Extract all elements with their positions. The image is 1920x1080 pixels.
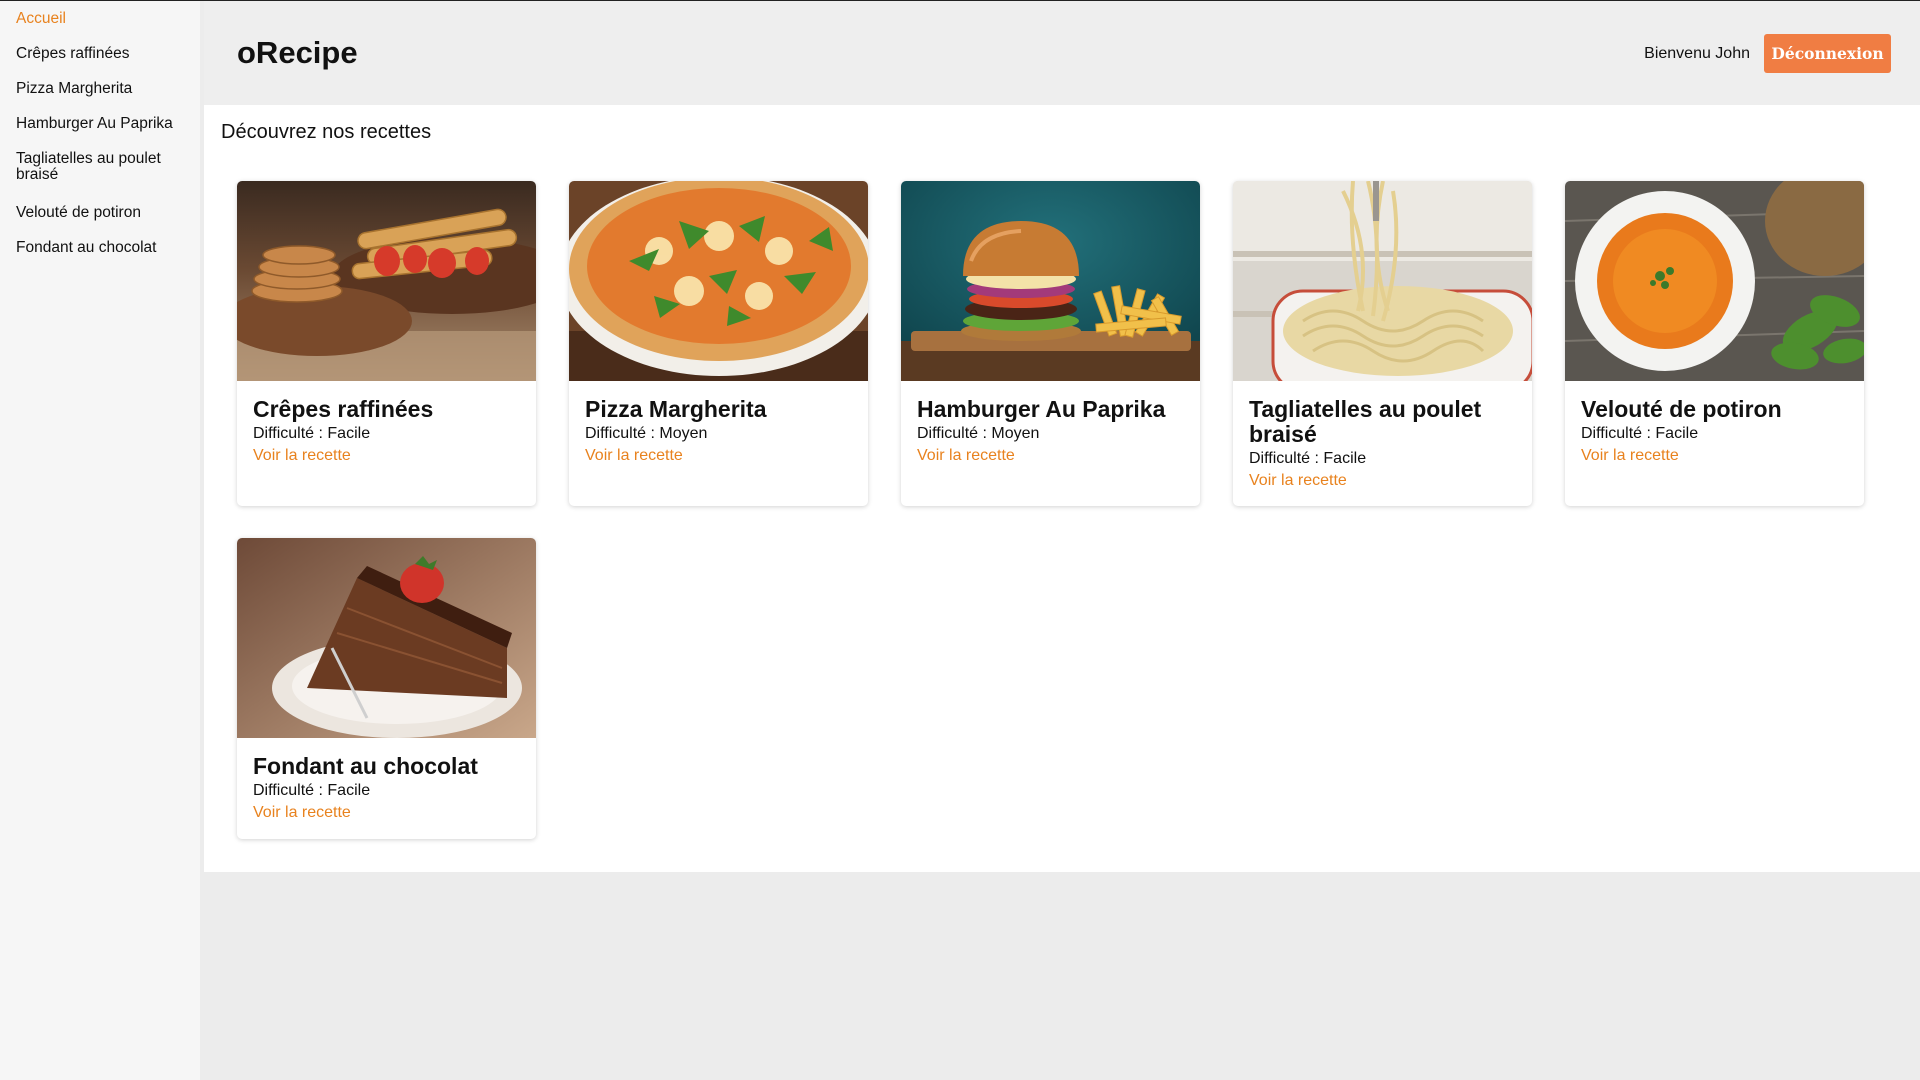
sidebar-menu: Accueil Crêpes raffinées Pizza Margherit… (0, 1, 200, 256)
app-page: Accueil Crêpes raffinées Pizza Margherit… (0, 0, 1920, 1080)
recipe-card[interactable]: Tagliatelles au poulet braisé Difficulté… (1233, 181, 1532, 506)
pizza-photo[interactable] (569, 181, 868, 381)
sidebar-item-fondant[interactable]: Fondant au chocolat (0, 240, 200, 256)
view-recipe-link[interactable]: Voir la recette (253, 804, 351, 822)
view-recipe-link[interactable]: Voir la recette (1581, 447, 1679, 465)
sidebar-item-crepes[interactable]: Crêpes raffinées (0, 46, 200, 62)
crepes-photo[interactable] (237, 181, 536, 381)
recipe-difficulty: Difficulté : Facile (253, 782, 371, 799)
view-recipe-link[interactable]: Voir la recette (253, 447, 351, 465)
header: oRecipe Bienvenu John Déconnexion (204, 1, 1920, 105)
recipe-difficulty: Difficulté : Moyen (585, 425, 708, 442)
recipe-difficulty: Difficulté : Facile (253, 425, 371, 442)
sidebar-item-veloute[interactable]: Velouté de potiron (0, 205, 200, 221)
recipe-title: Hamburger Au Paprika (917, 396, 1166, 422)
soup-photo[interactable] (1565, 181, 1864, 381)
main-content: Découvrez nos recettes Crêpes raffinées … (204, 105, 1920, 872)
view-recipe-link[interactable]: Voir la recette (585, 447, 683, 465)
recipe-title: Fondant au chocolat (253, 753, 478, 779)
recipe-title: Pizza Margherita (585, 396, 767, 422)
recipe-card[interactable]: Pizza Margherita Difficulté : Moyen Voir… (569, 181, 868, 506)
sidebar: Accueil Crêpes raffinées Pizza Margherit… (0, 1, 200, 1080)
sidebar-item-accueil[interactable]: Accueil (0, 11, 200, 27)
recipe-difficulty: Difficulté : Facile (1581, 425, 1699, 442)
logout-button[interactable]: Déconnexion (1764, 34, 1891, 73)
burger-photo[interactable] (901, 181, 1200, 381)
recipe-title: Crêpes raffinées (253, 396, 434, 422)
recipe-title: Velouté de potiron (1581, 396, 1782, 422)
welcome-text: Bienvenu John (1644, 45, 1750, 62)
recipe-difficulty: Difficulté : Moyen (917, 425, 1040, 442)
brand-logo[interactable]: oRecipe (237, 35, 358, 71)
sidebar-item-hamburger[interactable]: Hamburger Au Paprika (0, 116, 200, 132)
recipe-card[interactable]: Fondant au chocolat Difficulté : Facile … (237, 538, 536, 839)
sidebar-item-pizza[interactable]: Pizza Margherita (0, 81, 200, 97)
view-recipe-link[interactable]: Voir la recette (1249, 472, 1347, 490)
pasta-photo[interactable] (1233, 181, 1532, 381)
recipe-difficulty: Difficulté : Facile (1249, 450, 1367, 467)
recipe-card[interactable]: Velouté de potiron Difficulté : Facile V… (1565, 181, 1864, 506)
recipe-card[interactable]: Hamburger Au Paprika Difficulté : Moyen … (901, 181, 1200, 506)
recipe-card[interactable]: Crêpes raffinées Difficulté : Facile Voi… (237, 181, 536, 506)
page-title: Découvrez nos recettes (221, 121, 432, 143)
cake-photo[interactable] (237, 538, 536, 738)
recipe-title: Tagliatelles au poulet braisé (1249, 396, 1482, 447)
sidebar-item-tagliatelles[interactable]: Tagliatelles au poulet braisé (0, 151, 192, 183)
view-recipe-link[interactable]: Voir la recette (917, 447, 1015, 465)
